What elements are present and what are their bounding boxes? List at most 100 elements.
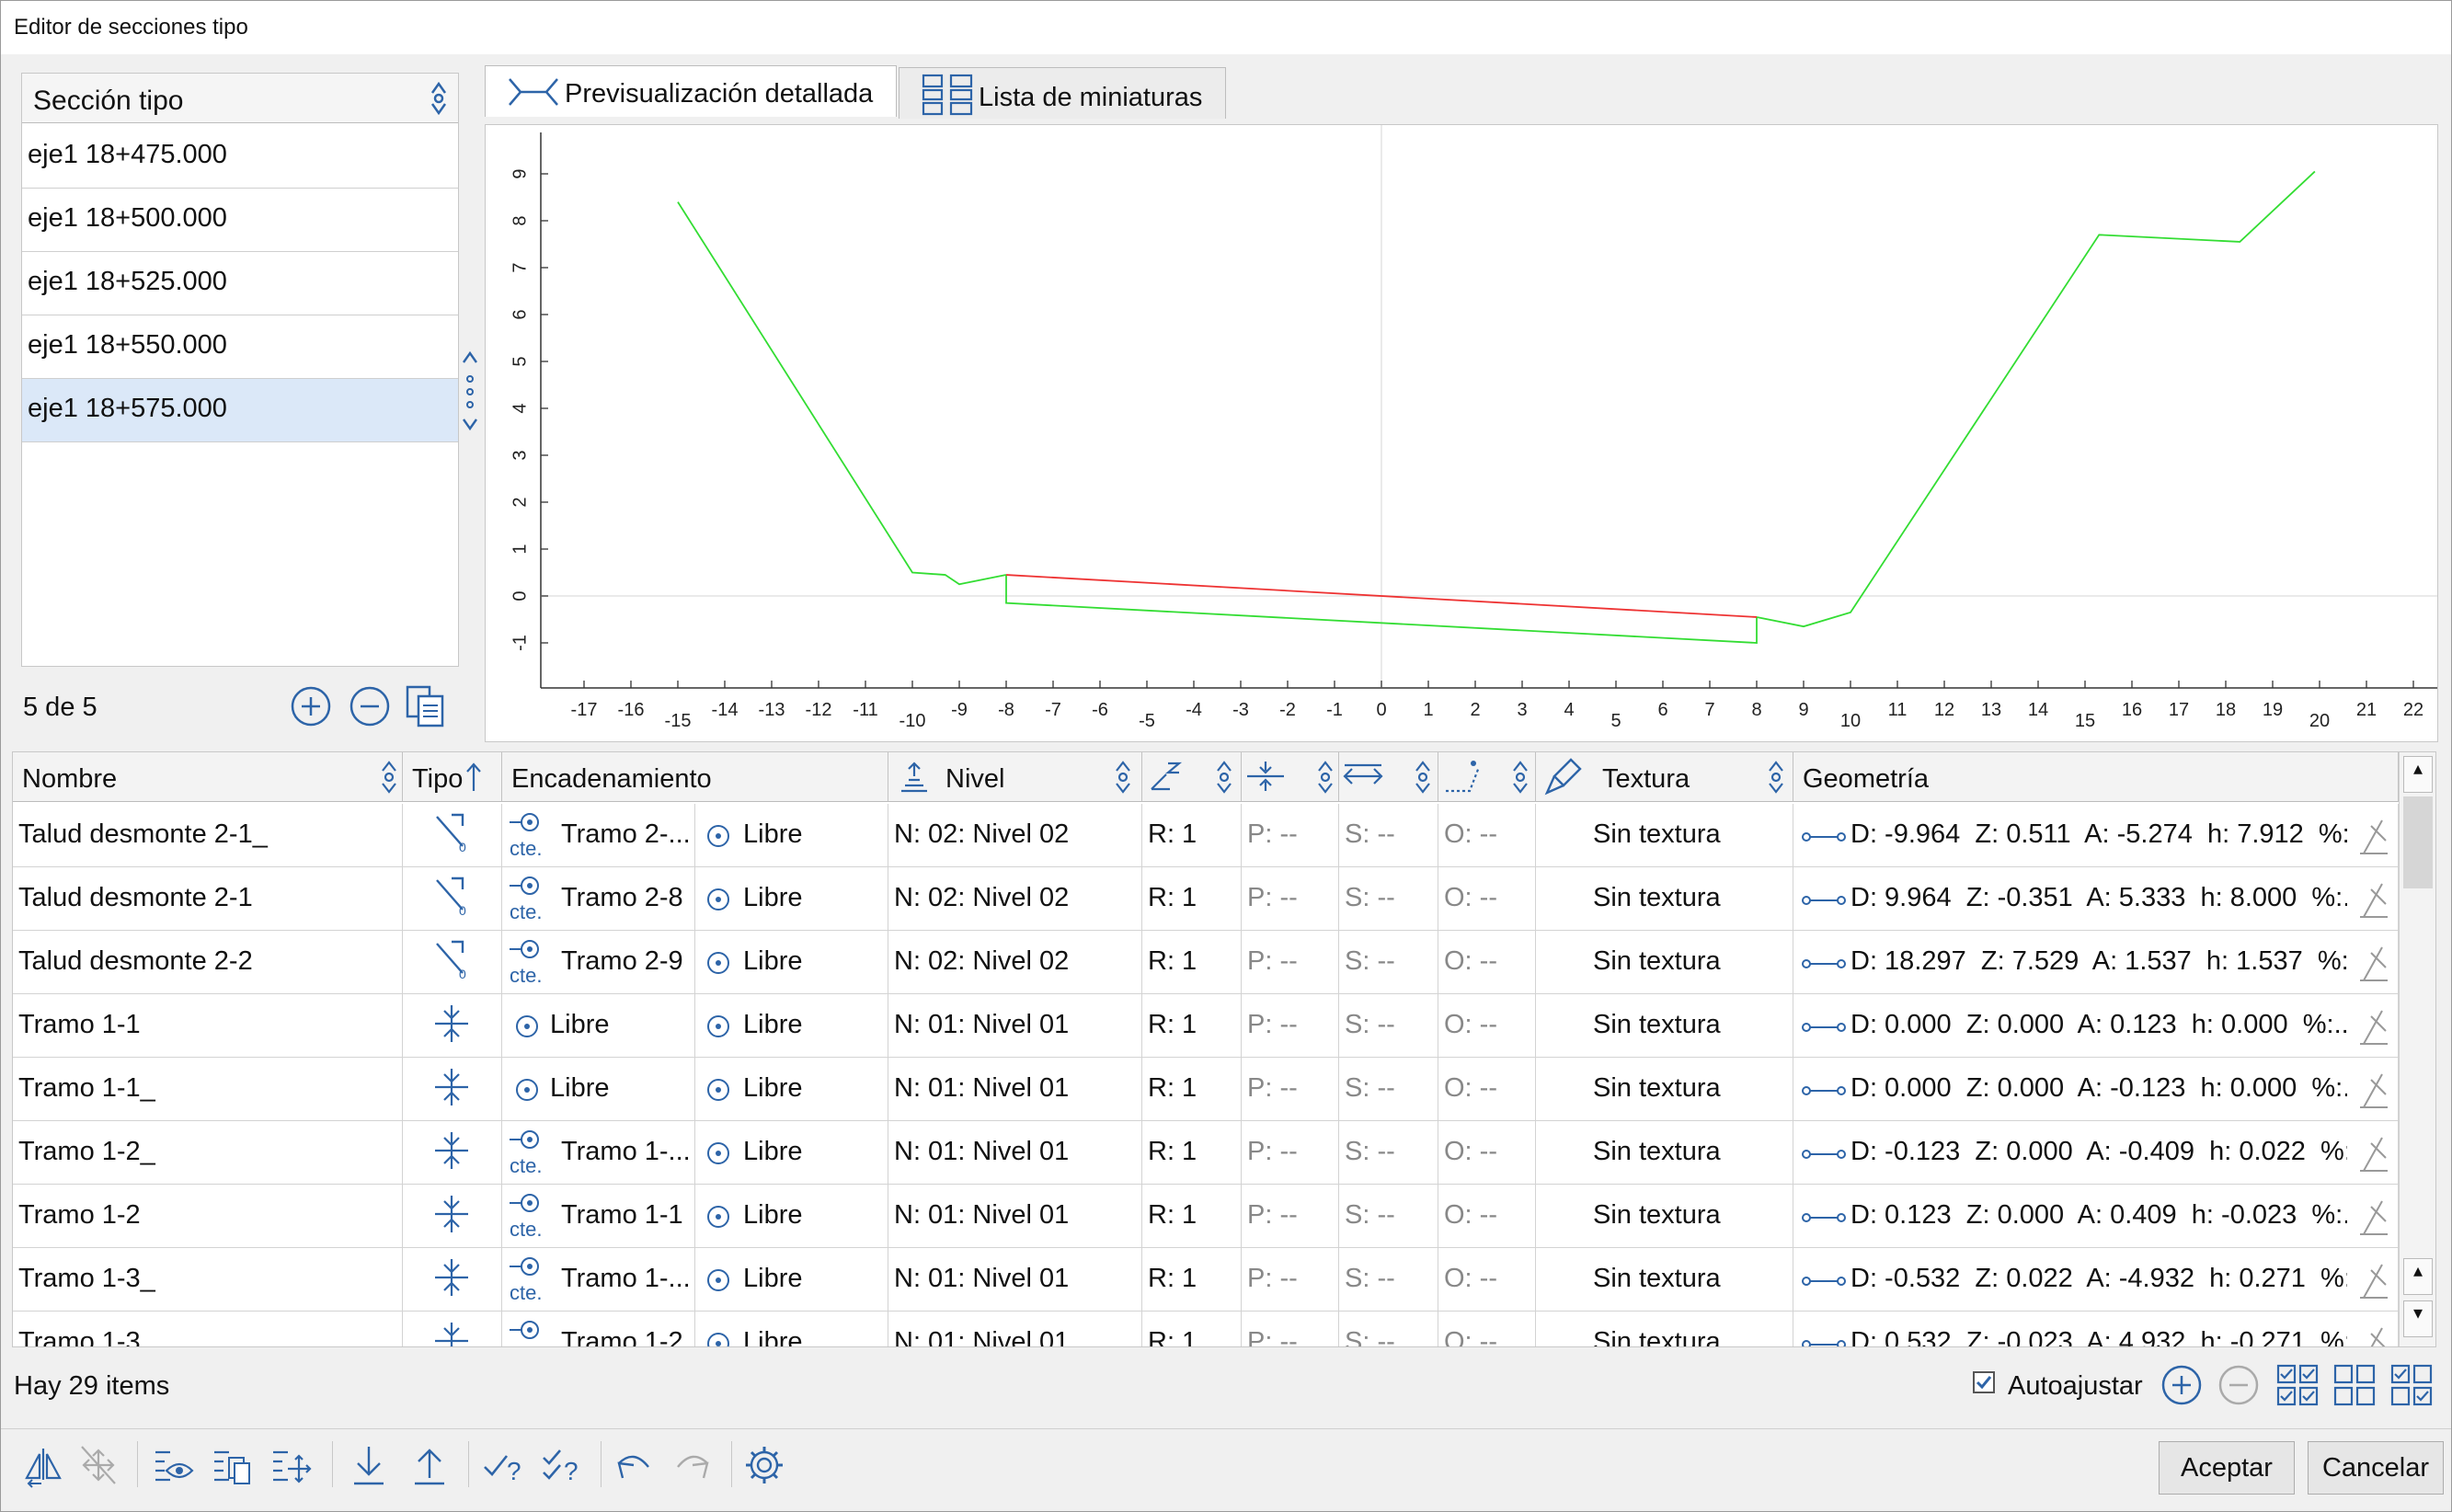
slope-cell[interactable]: P: -- bbox=[1242, 994, 1339, 1058]
level-cell[interactable]: N: 01: Nivel 01 bbox=[888, 1248, 1142, 1312]
sort-icon[interactable] bbox=[1214, 758, 1234, 796]
edit-geometry-icon[interactable] bbox=[2355, 1324, 2391, 1347]
width-cell[interactable]: S: -- bbox=[1339, 1058, 1438, 1121]
rotation-cell[interactable]: R: 1 bbox=[1142, 804, 1242, 867]
texture-cell[interactable]: Sin textura bbox=[1536, 1121, 1793, 1185]
texture-cell[interactable]: Sin textura bbox=[1536, 804, 1793, 867]
chain-end-cell[interactable]: Libre bbox=[695, 994, 888, 1058]
chain-start-cell[interactable]: cte. Tramo 2-... bbox=[502, 804, 695, 867]
offset-cell[interactable]: O: -- bbox=[1438, 867, 1536, 931]
scroll-up-button[interactable]: ▴ bbox=[2403, 756, 2433, 793]
name-cell[interactable]: Talud desmonte 2-1_ bbox=[13, 804, 403, 867]
sort-icon[interactable] bbox=[429, 78, 449, 119]
chain-end-cell[interactable]: Libre bbox=[695, 1248, 888, 1312]
level-cell[interactable]: N: 01: Nivel 01 bbox=[888, 1058, 1142, 1121]
geometry-cell[interactable]: D: 0.000 Z: 0.000 A: 0.123 h: 0.000 %:..… bbox=[1793, 994, 2399, 1058]
chain-end-cell[interactable]: Libre bbox=[695, 867, 888, 931]
uncheck-all-icon[interactable] bbox=[2333, 1364, 2376, 1406]
slope-cell[interactable]: P: -- bbox=[1242, 1185, 1339, 1248]
geometry-cell[interactable]: D: -9.964 Z: 0.511 A: -5.274 h: 7.912 %:… bbox=[1793, 804, 2399, 867]
rotation-cell[interactable]: R: 1 bbox=[1142, 1248, 1242, 1312]
add-section-button[interactable] bbox=[290, 685, 332, 727]
offset-cell[interactable]: O: -- bbox=[1438, 1185, 1536, 1248]
chain-start-cell[interactable]: Libre bbox=[502, 1058, 695, 1121]
texture-cell[interactable]: Sin textura bbox=[1536, 931, 1793, 994]
type-cell[interactable] bbox=[403, 994, 502, 1058]
scroll-down-button[interactable]: ▾ bbox=[2403, 1300, 2433, 1337]
width-cell[interactable]: S: -- bbox=[1339, 931, 1438, 994]
level-cell[interactable]: N: 01: Nivel 01 bbox=[888, 1312, 1142, 1346]
level-cell[interactable]: N: 02: Nivel 02 bbox=[888, 867, 1142, 931]
offset-cell[interactable]: O: -- bbox=[1438, 994, 1536, 1058]
copy-section-button[interactable] bbox=[404, 683, 448, 729]
geometry-cell[interactable]: D: 18.297 Z: 7.529 A: 1.537 h: 1.537 %:.… bbox=[1793, 931, 2399, 994]
width-cell[interactable]: S: -- bbox=[1339, 1248, 1438, 1312]
slope-cell[interactable]: P: -- bbox=[1242, 1121, 1339, 1185]
slope-cell[interactable]: P: -- bbox=[1242, 1312, 1339, 1346]
check-all-icon[interactable] bbox=[2276, 1364, 2319, 1406]
header-nombre[interactable]: Nombre bbox=[13, 752, 403, 802]
offset-cell[interactable]: O: -- bbox=[1438, 1248, 1536, 1312]
texture-cell[interactable]: Sin textura bbox=[1536, 1058, 1793, 1121]
width-cell[interactable]: S: -- bbox=[1339, 804, 1438, 867]
invert-check-icon[interactable] bbox=[2390, 1364, 2433, 1406]
rotation-cell[interactable]: R: 1 bbox=[1142, 1121, 1242, 1185]
sort-icon[interactable] bbox=[1113, 758, 1133, 796]
rotation-cell[interactable]: R: 1 bbox=[1142, 931, 1242, 994]
mirror-button[interactable] bbox=[23, 1443, 65, 1489]
edit-geometry-icon[interactable] bbox=[2355, 1071, 2391, 1111]
edit-geometry-icon[interactable] bbox=[2355, 1261, 2391, 1301]
chain-start-cell[interactable]: cte. Tramo 2-8 bbox=[502, 867, 695, 931]
name-cell[interactable]: Tramo 1-2 bbox=[13, 1185, 403, 1248]
type-cell[interactable] bbox=[403, 1248, 502, 1312]
level-cell[interactable]: N: 01: Nivel 01 bbox=[888, 1121, 1142, 1185]
export-button[interactable] bbox=[409, 1443, 452, 1489]
rotation-cell[interactable]: R: 1 bbox=[1142, 1058, 1242, 1121]
sort-icon[interactable] bbox=[379, 758, 399, 796]
header-tipo[interactable]: Tipo bbox=[403, 752, 502, 802]
edit-geometry-icon[interactable] bbox=[2355, 1197, 2391, 1238]
geometry-cell[interactable]: D: -0.123 Z: 0.000 A: -0.409 h: 0.022 %:… bbox=[1793, 1121, 2399, 1185]
offset-cell[interactable]: O: -- bbox=[1438, 931, 1536, 994]
edit-geometry-icon[interactable] bbox=[2355, 1134, 2391, 1174]
name-cell[interactable]: Talud desmonte 2-1 bbox=[13, 867, 403, 931]
rotation-cell[interactable]: R: 1 bbox=[1142, 1312, 1242, 1346]
geometry-cell[interactable]: D: 0.000 Z: 0.000 A: -0.123 h: 0.000 %:.… bbox=[1793, 1058, 2399, 1121]
name-cell[interactable]: Tramo 1-1_ bbox=[13, 1058, 403, 1121]
slope-cell[interactable]: P: -- bbox=[1242, 1058, 1339, 1121]
chain-start-cell[interactable]: cte. Tramo 1-... bbox=[502, 1248, 695, 1312]
header-encadenamiento[interactable]: Encadenamiento bbox=[502, 752, 888, 802]
section-list-item[interactable]: eje1 18+550.000 bbox=[22, 315, 458, 379]
geometry-cell[interactable]: D: -0.532 Z: 0.022 A: -4.932 h: 0.271 %:… bbox=[1793, 1248, 2399, 1312]
sort-icon[interactable] bbox=[1315, 758, 1335, 796]
check-button[interactable]: ? bbox=[481, 1443, 523, 1489]
section-list[interactable]: Sección tipo eje1 18+475.000 eje1 18+500.… bbox=[21, 73, 459, 667]
texture-cell[interactable]: Sin textura bbox=[1536, 1248, 1793, 1312]
chain-end-cell[interactable]: Libre bbox=[695, 1058, 888, 1121]
redo-button[interactable] bbox=[672, 1443, 715, 1489]
chain-start-cell[interactable]: cte. Tramo 1-... bbox=[502, 1121, 695, 1185]
check-all-button[interactable]: ? bbox=[540, 1443, 582, 1489]
name-cell[interactable]: Tramo 1-3 bbox=[13, 1312, 403, 1346]
add-row-button[interactable] bbox=[2160, 1364, 2203, 1406]
cancel-button[interactable]: Cancelar bbox=[2308, 1441, 2444, 1495]
edit-geometry-icon[interactable] bbox=[2355, 1007, 2391, 1048]
slope-cell[interactable]: P: -- bbox=[1242, 931, 1339, 994]
chain-start-cell[interactable]: cte. Tramo 2-9 bbox=[502, 931, 695, 994]
move-disabled-button[interactable] bbox=[78, 1443, 120, 1489]
edit-geometry-icon[interactable] bbox=[2355, 880, 2391, 921]
scroll-page-up-button[interactable]: ▴ bbox=[2403, 1258, 2433, 1295]
undo-button[interactable] bbox=[613, 1443, 656, 1489]
chain-end-cell[interactable]: Libre bbox=[695, 1185, 888, 1248]
rotation-cell[interactable]: R: 1 bbox=[1142, 1185, 1242, 1248]
offset-cell[interactable]: O: -- bbox=[1438, 1121, 1536, 1185]
type-cell[interactable]: 0 bbox=[403, 804, 502, 867]
width-cell[interactable]: S: -- bbox=[1339, 867, 1438, 931]
table-scrollbar[interactable]: ▴ ▴ ▾ bbox=[2399, 752, 2435, 1346]
collapse-panel-handle[interactable] bbox=[460, 349, 480, 451]
section-preview-plot[interactable]: -17 -16 -15 -14 -13 -12 -11 -10 -9 -8 -7 -6 -5 -4 -3 -2… bbox=[485, 124, 2438, 742]
level-cell[interactable]: N: 02: Nivel 02 bbox=[888, 931, 1142, 994]
slope-cell[interactable]: P: -- bbox=[1242, 867, 1339, 931]
type-cell[interactable] bbox=[403, 1121, 502, 1185]
remove-section-button[interactable] bbox=[349, 685, 391, 727]
